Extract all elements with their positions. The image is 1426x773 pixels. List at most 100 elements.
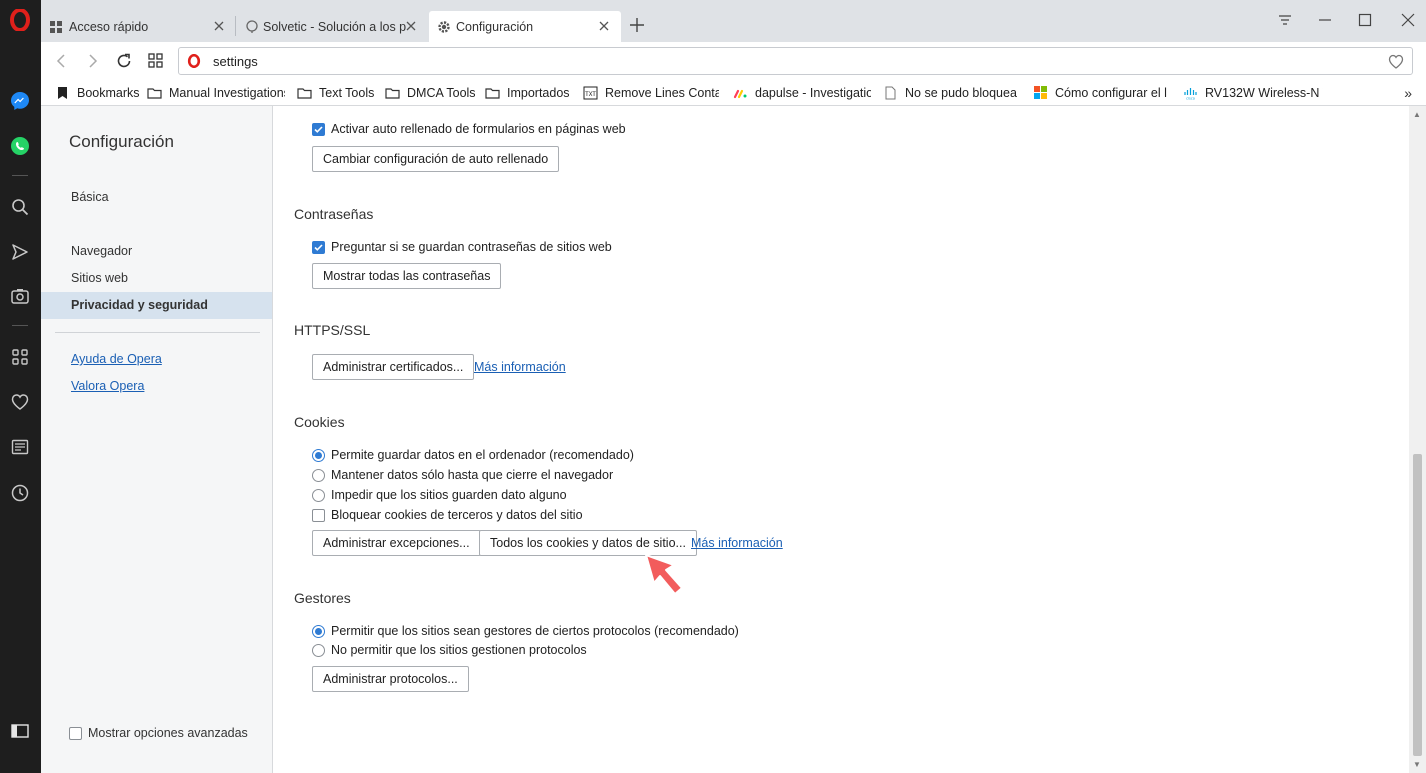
help-link[interactable]: Ayuda de Opera bbox=[71, 352, 162, 366]
sidebar-separator bbox=[12, 325, 28, 326]
send-icon[interactable] bbox=[8, 240, 32, 264]
cookies-block-option[interactable]: Impedir que los sitios guarden dato algu… bbox=[312, 488, 567, 502]
close-icon[interactable] bbox=[597, 19, 611, 33]
minimize-icon[interactable] bbox=[1317, 12, 1333, 28]
sidebar-item-browser[interactable]: Navegador bbox=[41, 238, 272, 265]
block-third-party-checkbox[interactable] bbox=[312, 508, 325, 522]
window-close-icon[interactable] bbox=[1400, 12, 1416, 28]
sidebar-toggle-icon[interactable] bbox=[8, 719, 32, 743]
camera-icon[interactable] bbox=[8, 284, 32, 308]
news-icon[interactable] bbox=[8, 435, 32, 459]
ask-save-passwords-checkbox[interactable] bbox=[312, 240, 325, 254]
opera-sidebar bbox=[0, 0, 41, 773]
bookmark-folder[interactable]: Text Tools bbox=[297, 85, 377, 101]
bookmark-icon bbox=[58, 87, 67, 99]
https-more-info-link[interactable]: Más información bbox=[474, 360, 566, 374]
annotation-arrow-icon bbox=[645, 554, 683, 595]
bookmarks-overflow-icon[interactable]: » bbox=[1404, 85, 1412, 101]
scroll-down-icon[interactable]: ▼ bbox=[1413, 760, 1421, 769]
tab-settings[interactable]: Configuración bbox=[429, 11, 621, 42]
address-bar[interactable]: settings bbox=[178, 47, 1413, 75]
history-icon[interactable] bbox=[8, 481, 32, 505]
show-passwords-button[interactable]: Mostrar todas las contraseñas bbox=[312, 263, 502, 289]
folder-icon bbox=[385, 88, 400, 99]
bookmark-folder[interactable]: DMCA Tools bbox=[385, 85, 475, 101]
address-url[interactable]: settings bbox=[213, 54, 258, 69]
bookmark-link[interactable]: cisco RV132W Wireless-N V bbox=[1183, 85, 1323, 101]
bookmarks-bar: Bookmarks Manual Investigations Text Too… bbox=[41, 80, 1426, 106]
tab-menu-icon[interactable] bbox=[1277, 12, 1293, 28]
cookies-allow-radio[interactable] bbox=[312, 448, 325, 462]
manage-protocols-button[interactable]: Administrar protocolos... bbox=[312, 666, 469, 692]
advanced-checkbox[interactable] bbox=[69, 726, 82, 740]
whatsapp-icon[interactable] bbox=[8, 134, 32, 158]
cookies-session-radio[interactable] bbox=[312, 468, 325, 482]
handlers-deny-radio[interactable] bbox=[312, 643, 325, 657]
bookmark-heart-icon[interactable] bbox=[1388, 54, 1404, 70]
bookmark-bookmarks[interactable]: Bookmarks bbox=[55, 85, 145, 101]
folder-icon bbox=[297, 88, 312, 99]
check-icon bbox=[314, 243, 323, 251]
solvetic-icon bbox=[246, 19, 258, 33]
check-icon bbox=[314, 125, 323, 133]
folder-icon bbox=[485, 88, 500, 99]
reload-icon[interactable] bbox=[115, 52, 133, 70]
vertical-scrollbar[interactable]: ▲ ▼ bbox=[1409, 106, 1426, 773]
grid-icon bbox=[50, 20, 62, 33]
settings-sidebar: Configuración Básica Navegador Sitios we… bbox=[41, 106, 273, 773]
scroll-up-icon[interactable]: ▲ bbox=[1413, 110, 1421, 119]
search-icon[interactable] bbox=[8, 195, 32, 219]
scrollbar-thumb[interactable] bbox=[1413, 454, 1422, 756]
messenger-icon[interactable] bbox=[8, 89, 32, 113]
tab-speed-dial[interactable]: Acceso rápido bbox=[41, 11, 236, 42]
bookmark-link[interactable]: dapulse - Investigatio bbox=[733, 85, 871, 101]
opera-logo-icon[interactable] bbox=[8, 8, 32, 32]
bookmark-folder[interactable]: Importados bbox=[485, 85, 575, 101]
gear-icon bbox=[438, 20, 450, 33]
tab-solvetic[interactable]: Solvetic - Solución a los p bbox=[237, 11, 428, 42]
block-third-party-option[interactable]: Bloquear cookies de terceros y datos del… bbox=[312, 508, 583, 522]
maximize-icon[interactable] bbox=[1357, 12, 1373, 28]
manage-exceptions-button[interactable]: Administrar excepciones... bbox=[312, 530, 481, 556]
handlers-allow-option[interactable]: Permitir que los sitios sean gestores de… bbox=[312, 624, 739, 638]
handlers-title: Gestores bbox=[294, 590, 351, 606]
autofill-option[interactable]: Activar auto rellenado de formularios en… bbox=[312, 122, 626, 136]
handlers-deny-option[interactable]: No permitir que los sitios gestionen pro… bbox=[312, 643, 587, 657]
settings-content: Activar auto rellenado de formularios en… bbox=[274, 106, 1409, 773]
txt-icon: TXT bbox=[583, 86, 598, 100]
passwords-title: Contraseñas bbox=[294, 206, 374, 222]
microsoft-icon bbox=[1034, 86, 1047, 99]
bookmark-link[interactable]: No se pudo bloquear bbox=[883, 85, 1017, 101]
speed-dial-icon[interactable] bbox=[8, 345, 32, 369]
cookies-session-option[interactable]: Mantener datos sólo hasta que cierre el … bbox=[312, 468, 613, 482]
navigation-bar: settings bbox=[41, 42, 1426, 80]
autofill-settings-button[interactable]: Cambiar configuración de auto rellenado bbox=[312, 146, 560, 172]
heart-icon[interactable] bbox=[8, 390, 32, 414]
blank-page-icon bbox=[885, 86, 896, 100]
close-icon[interactable] bbox=[404, 19, 418, 33]
cookies-allow-option[interactable]: Permite guardar datos en el ordenador (r… bbox=[312, 448, 634, 462]
sidebar-item-privacy[interactable]: Privacidad y seguridad bbox=[41, 292, 272, 319]
rate-opera-link[interactable]: Valora Opera bbox=[71, 379, 144, 393]
bookmark-link[interactable]: TXT Remove Lines Contai bbox=[583, 85, 719, 101]
cookies-more-info-link[interactable]: Más información bbox=[691, 536, 783, 550]
cookies-block-radio[interactable] bbox=[312, 488, 325, 502]
manage-certificates-button[interactable]: Administrar certificados... bbox=[312, 354, 475, 380]
sidebar-item-basic[interactable]: Básica bbox=[41, 184, 272, 211]
forward-icon[interactable] bbox=[83, 52, 101, 70]
bookmark-link[interactable]: Cómo configurar el lí bbox=[1033, 85, 1167, 101]
ask-save-passwords-option[interactable]: Preguntar si se guardan contraseñas de s… bbox=[312, 240, 612, 254]
tabs-overview-icon[interactable] bbox=[147, 52, 165, 70]
tab-title: Acceso rápido bbox=[69, 19, 149, 34]
close-icon[interactable] bbox=[212, 19, 226, 33]
sidebar-item-websites[interactable]: Sitios web bbox=[41, 265, 272, 292]
settings-title: Configuración bbox=[69, 132, 174, 151]
back-icon[interactable] bbox=[53, 52, 71, 70]
new-tab-plus-icon[interactable] bbox=[628, 16, 646, 34]
tab-strip: Acceso rápido Solvetic - Solución a los … bbox=[41, 0, 1426, 42]
dapulse-icon bbox=[733, 89, 747, 99]
advanced-options-toggle[interactable]: Mostrar opciones avanzadas bbox=[69, 726, 248, 740]
autofill-checkbox[interactable] bbox=[312, 122, 325, 136]
handlers-allow-radio[interactable] bbox=[312, 624, 325, 638]
bookmark-folder[interactable]: Manual Investigations bbox=[147, 85, 285, 101]
